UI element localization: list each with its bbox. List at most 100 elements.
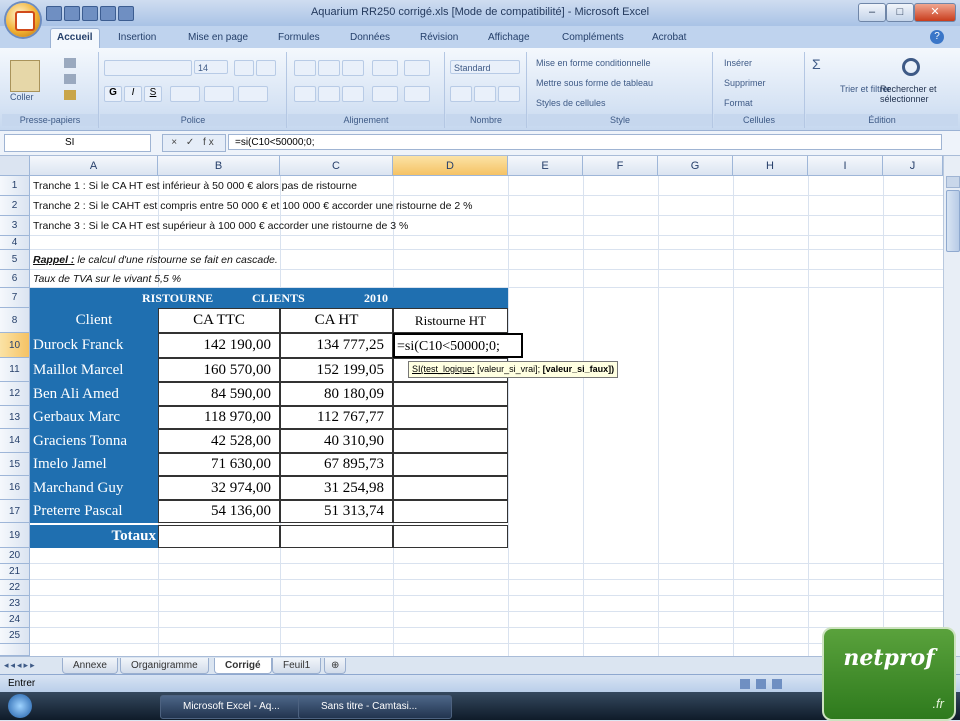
format-cells-button[interactable]: Format	[724, 98, 753, 108]
table-title[interactable]: RISTOURNE CLIENTS 2010	[30, 288, 508, 308]
sheet-tab-active[interactable]: Corrigé	[214, 658, 272, 674]
vertical-scrollbar[interactable]	[943, 156, 960, 656]
column-header[interactable]: I	[808, 156, 883, 176]
column-header[interactable]: B	[158, 156, 280, 176]
row-header[interactable]: 20	[0, 548, 30, 564]
client-cell[interactable]: Marchand Guy	[30, 476, 158, 500]
ristourne-cell[interactable]	[393, 406, 508, 429]
sheet-tab[interactable]: Annexe	[62, 658, 118, 674]
orientation-icon[interactable]	[372, 60, 398, 76]
underline-button[interactable]: S	[144, 86, 162, 102]
taskbar-item[interactable]: Sans titre - Camtasi...	[298, 695, 452, 719]
client-cell[interactable]: Durock Franck	[30, 333, 158, 358]
number-format-select[interactable]: Standard	[450, 60, 520, 74]
client-cell[interactable]: Graciens Tonna	[30, 429, 158, 453]
row-header-selected[interactable]: 10	[0, 333, 30, 358]
client-cell[interactable]: Gerbaux Marc	[30, 406, 158, 429]
row-header[interactable]: 11	[0, 358, 30, 382]
tab-acrobat[interactable]: Acrobat	[646, 29, 692, 47]
page-break-icon[interactable]	[772, 679, 782, 689]
paste-label[interactable]: Coller	[10, 92, 34, 102]
row-header[interactable]: 17	[0, 500, 30, 523]
thousands-icon[interactable]	[498, 86, 520, 102]
client-cell[interactable]: Preterre Pascal	[30, 500, 158, 523]
align-bottom-icon[interactable]	[342, 60, 364, 76]
column-header[interactable]: E	[508, 156, 583, 176]
note-tva[interactable]: Taux de TVA sur le vivant 5,5 %	[33, 273, 181, 285]
binoculars-icon[interactable]	[902, 58, 920, 76]
row-header[interactable]	[0, 644, 30, 656]
row-header[interactable]: 7	[0, 288, 30, 308]
font-color-icon[interactable]	[238, 86, 268, 102]
total-ristourne-cell[interactable]	[393, 525, 508, 548]
page-layout-icon[interactable]	[756, 679, 766, 689]
column-header[interactable]: G	[658, 156, 733, 176]
bold-button[interactable]: G	[104, 86, 122, 102]
tab-mise-en-page[interactable]: Mise en page	[182, 29, 254, 47]
ristourne-cell[interactable]	[393, 500, 508, 523]
ristourne-cell[interactable]	[393, 453, 508, 476]
row-header[interactable]: 4	[0, 236, 30, 250]
ca-ht-cell[interactable]: 134 777,25	[280, 333, 393, 358]
row-header[interactable]: 2	[0, 196, 30, 216]
ristourne-cell[interactable]	[393, 476, 508, 500]
ristourne-cell[interactable]	[393, 382, 508, 406]
copy-icon[interactable]	[64, 74, 76, 84]
spreadsheet-grid[interactable]: A B C D E F G H I J 1 2 3 4 5 6 7 8 10 1…	[0, 156, 943, 656]
total-ca-ttc-cell[interactable]	[158, 525, 280, 548]
row-header[interactable]: 6	[0, 270, 30, 288]
ca-ht-cell[interactable]: 40 310,90	[280, 429, 393, 453]
maximize-button[interactable]: □	[886, 3, 914, 22]
ca-ttc-cell[interactable]: 160 570,00	[158, 358, 280, 382]
ca-ht-cell[interactable]: 67 895,73	[280, 453, 393, 476]
totals-label[interactable]: Totaux	[30, 525, 158, 548]
client-cell[interactable]: Imelo Jamel	[30, 453, 158, 476]
active-cell-ristourne[interactable]: =si(C10<50000;0;	[393, 333, 523, 358]
row-header[interactable]: 16	[0, 476, 30, 500]
ca-ttc-cell[interactable]: 118 970,00	[158, 406, 280, 429]
row-header[interactable]: 14	[0, 429, 30, 453]
tooltip-arg[interactable]: [valeur_si_vrai];	[477, 364, 540, 374]
align-top-icon[interactable]	[294, 60, 316, 76]
align-center-icon[interactable]	[318, 86, 340, 102]
ca-ht-cell[interactable]: 152 199,05	[280, 358, 393, 382]
insert-cells-button[interactable]: Insérer	[724, 58, 752, 68]
row-header[interactable]: 1	[0, 176, 30, 196]
minimize-button[interactable]: –	[858, 3, 886, 22]
sum-icon[interactable]: Σ	[812, 56, 821, 72]
align-middle-icon[interactable]	[318, 60, 340, 76]
header-ca-ttc[interactable]: CA TTC	[158, 308, 280, 333]
sheet-tab[interactable]: Organigramme	[120, 658, 209, 674]
tab-revision[interactable]: Révision	[414, 29, 464, 47]
column-header[interactable]: H	[733, 156, 808, 176]
merge-center-icon[interactable]	[404, 86, 430, 102]
row-header[interactable]: 22	[0, 580, 30, 596]
shrink-font-icon[interactable]	[256, 60, 276, 76]
find-select-button[interactable]: Rechercher et sélectionner	[880, 84, 954, 104]
ca-ttc-cell[interactable]: 42 528,00	[158, 429, 280, 453]
name-box[interactable]: SI	[4, 134, 151, 152]
start-button[interactable]	[8, 694, 32, 718]
row-header[interactable]: 8	[0, 308, 30, 333]
header-client[interactable]: Client	[30, 308, 158, 333]
tab-formules[interactable]: Formules	[272, 29, 326, 47]
tab-donnees[interactable]: Données	[344, 29, 396, 47]
row-header[interactable]: 21	[0, 564, 30, 580]
note-rappel[interactable]: Rappel : le calcul d'une ristourne se fa…	[33, 254, 278, 266]
format-as-table-button[interactable]: Mettre sous forme de tableau	[536, 78, 653, 88]
select-all-corner[interactable]	[0, 156, 30, 176]
grow-font-icon[interactable]	[234, 60, 254, 76]
note-tranche-3[interactable]: Tranche 3 : Si le CA HT est supérieur à …	[33, 220, 408, 232]
ca-ht-cell[interactable]: 112 767,77	[280, 406, 393, 429]
font-name-select[interactable]	[104, 60, 192, 76]
sheet-nav-icon[interactable]: ◂◂◂▸▸	[4, 660, 37, 671]
ristourne-cell[interactable]	[393, 429, 508, 453]
currency-icon[interactable]	[450, 86, 472, 102]
ca-ht-cell[interactable]: 51 313,74	[280, 500, 393, 523]
tooltip-arg-current[interactable]: [valeur_si_faux])	[543, 364, 615, 374]
font-size-select[interactable]: 14	[194, 60, 228, 74]
column-header-selected[interactable]: D	[393, 156, 508, 176]
tab-complements[interactable]: Compléments	[556, 29, 630, 47]
taskbar-item[interactable]: Microsoft Excel - Aq...	[160, 695, 314, 719]
format-painter-icon[interactable]	[64, 90, 76, 100]
